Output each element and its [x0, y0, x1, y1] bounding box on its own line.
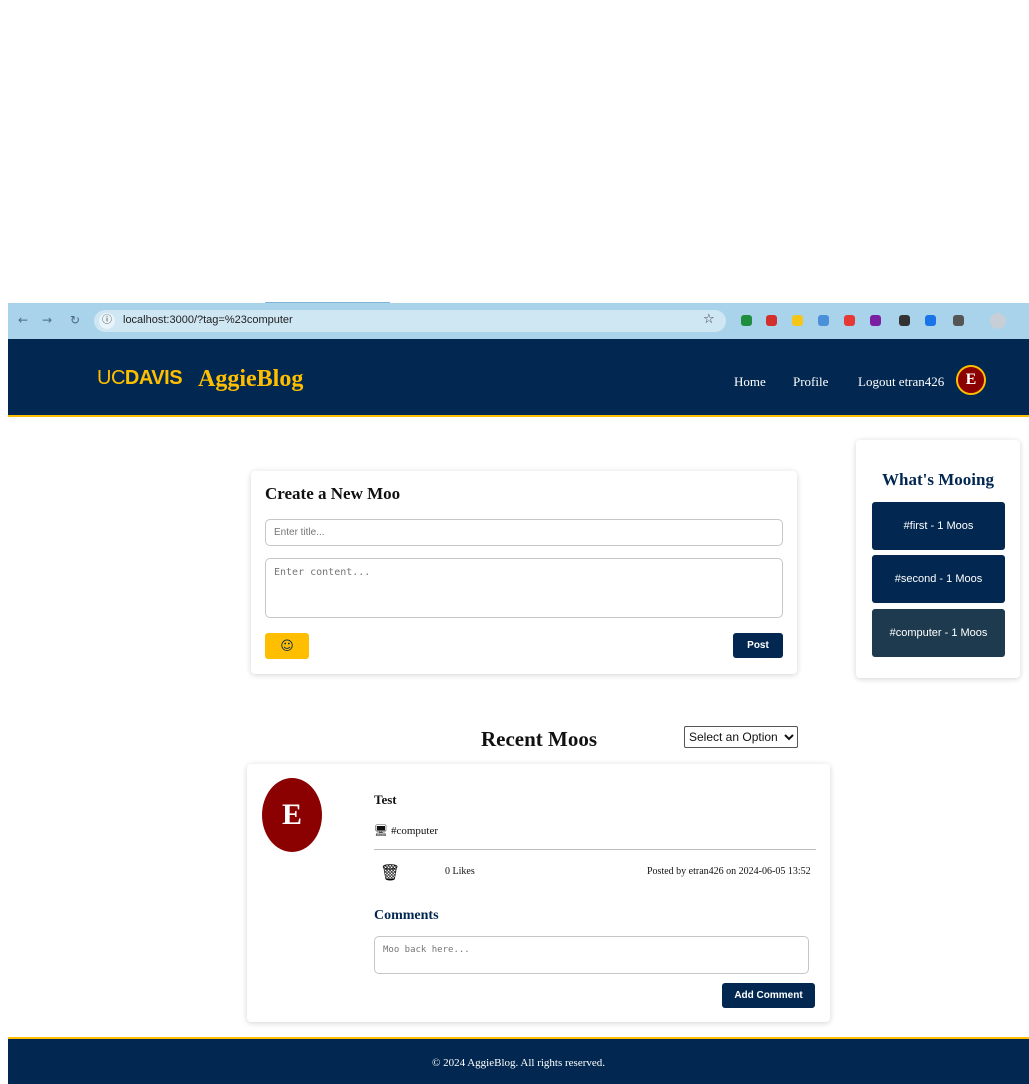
tag-button-second[interactable]: #second - 1 Moos	[872, 555, 1005, 603]
browser-profile-icon[interactable]	[990, 313, 1006, 329]
moo-title-input[interactable]	[265, 519, 783, 546]
post-tag-label: #computer	[390, 825, 439, 837]
smiley-icon: ☺	[280, 638, 294, 654]
comments-title: Comments	[374, 908, 439, 923]
moo-content-input[interactable]	[265, 558, 783, 618]
post-title: Test	[374, 792, 397, 807]
create-moo-title: Create a New Moo	[265, 484, 401, 503]
extension-icon[interactable]	[766, 315, 777, 326]
logo-uc-text: UC	[97, 367, 125, 389]
extension-icon[interactable]	[899, 315, 910, 326]
puzzle-icon[interactable]	[953, 315, 964, 326]
nav-profile-link[interactable]: Profile	[793, 374, 828, 390]
extension-icon[interactable]	[844, 315, 855, 326]
footer-copyright: © 2024 AggieBlog. All rights reserved.	[431, 1057, 606, 1069]
recent-moos-title: Recent Moos	[481, 727, 598, 751]
tag-button-first[interactable]: #first - 1 Moos	[872, 502, 1005, 550]
brand-title[interactable]: AggieBlog	[198, 366, 303, 393]
likes-count[interactable]: 0 Likes	[445, 866, 475, 877]
extension-icon[interactable]	[792, 315, 803, 326]
add-comment-button[interactable]: Add Comment	[722, 983, 815, 1008]
nav-home-link[interactable]: Home	[734, 374, 766, 390]
author-avatar[interactable]: E	[262, 778, 322, 852]
arrow-left-icon[interactable]: ←	[18, 313, 28, 327]
tag-button-computer[interactable]: #computer - 1 Moos	[872, 609, 1005, 657]
ucdavis-logo[interactable]: UCDAVIS	[97, 367, 183, 390]
extension-icon[interactable]	[741, 315, 752, 326]
extension-icon[interactable]	[818, 315, 829, 326]
post-tag[interactable]: 🖥 #computer	[374, 824, 438, 837]
url-text[interactable]: localhost:3000/?tag=%23computer	[123, 314, 293, 326]
extension-icon[interactable]	[870, 315, 881, 326]
computer-icon: 🖥	[374, 824, 388, 837]
extension-icon[interactable]	[925, 315, 936, 326]
post-divider	[374, 849, 816, 850]
logo-davis-text: DAVIS	[124, 367, 183, 389]
posted-by-text: Posted by etran426 on 2024-06-05 13:52	[647, 866, 811, 877]
reload-icon[interactable]: ↻	[70, 313, 80, 327]
arrow-right-icon[interactable]: →	[42, 313, 52, 327]
sort-select[interactable]: Select an Option	[684, 726, 798, 748]
trash-icon[interactable]: 🗑	[380, 863, 400, 882]
emoji-button[interactable]: ☺	[265, 633, 309, 659]
post-button[interactable]: Post	[733, 633, 783, 658]
sidebar-title: What's Mooing	[882, 470, 994, 489]
comment-input[interactable]	[374, 936, 809, 974]
user-avatar[interactable]: E	[956, 365, 986, 395]
nav-logout-link[interactable]: Logout etran426	[858, 374, 944, 390]
star-icon[interactable]: ☆	[703, 312, 715, 327]
site-info-icon[interactable]: ⓘ	[99, 313, 115, 329]
